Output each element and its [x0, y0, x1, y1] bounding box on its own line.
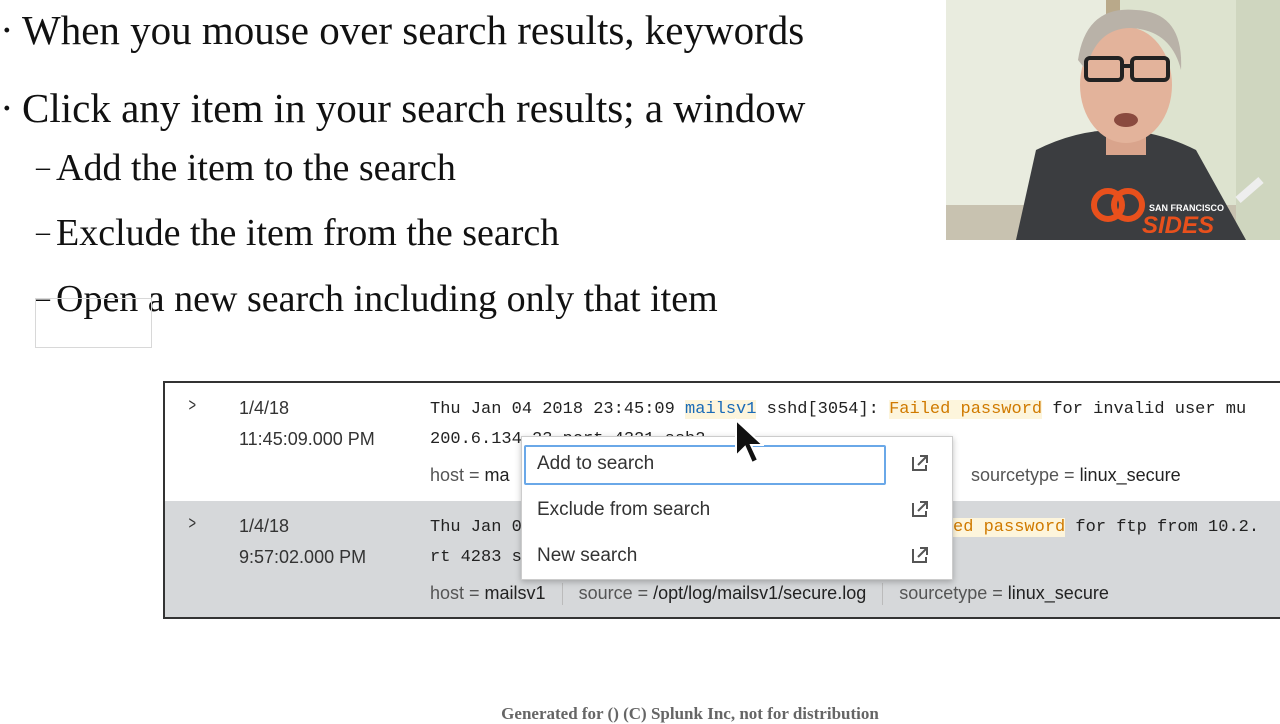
external-link-icon[interactable]: [910, 545, 930, 565]
event-field-source[interactable]: source = /opt/log/mailsv1/secure.log: [579, 583, 867, 603]
field-value[interactable]: linux_secure: [1080, 465, 1181, 485]
menu-item-new-search[interactable]: New search: [522, 533, 952, 577]
event-timestamp: 1/4/18 11:45:09.000 PM: [239, 393, 375, 455]
field-key: source =: [578, 583, 654, 603]
field-value[interactable]: mailsv1: [485, 583, 546, 603]
bullet-dot: ·: [0, 7, 14, 53]
field-separator: [882, 583, 884, 606]
sub-bullet-text: Add the item to the search: [56, 147, 456, 189]
raw-text: for invalid user mu: [1042, 400, 1247, 419]
raw-text: sshd[3054]:: [756, 400, 890, 419]
field-key: sourcetype =: [899, 583, 1008, 603]
event-fields: host = mailsv1 source = /opt/log/mailsv1/…: [430, 583, 1109, 606]
sub-bullet-add: – Add the item to the search: [36, 149, 456, 187]
event-raw-line1: Thu Jan 04 2018 23:45:09 mailsv1 sshd[30…: [430, 395, 1246, 425]
slide-footer: Generated for () (C) Splunk Inc, not for…: [501, 704, 879, 723]
field-key: host =: [430, 465, 485, 485]
field-value[interactable]: linux_secure: [1008, 583, 1109, 603]
menu-item-label: New search: [537, 545, 638, 566]
event-raw-line2: rt 4283 s: [430, 543, 522, 573]
bullet-dot: ·: [0, 85, 14, 131]
sub-bullet-text: Exclude the item from the search: [56, 212, 560, 254]
event-field-host[interactable]: host = mailsv1: [430, 583, 546, 603]
field-key: host =: [430, 583, 485, 603]
expand-chevron-icon[interactable]: >: [189, 395, 196, 416]
mouse-cursor-icon: [735, 418, 764, 465]
sub-bullet-text: Open a new search including only that it…: [56, 278, 718, 320]
field-separator: [561, 583, 563, 606]
keyword-failed-password[interactable]: Failed password: [889, 400, 1043, 419]
presenter-webcam: SAN FRANCISCO SIDES: [946, 0, 1280, 240]
raw-text: rt 4283 s: [430, 548, 522, 567]
field-key: sourcetype =: [971, 465, 1080, 485]
event-timestamp: 1/4/18 9:57:02.000 PM: [239, 511, 366, 573]
dash: –: [36, 152, 50, 183]
menu-item-label: Add to search: [537, 453, 655, 474]
menu-item-label: Exclude from search: [537, 499, 711, 520]
presenter-image: [946, 0, 1280, 240]
bullet-mouse-over: · When you mouse over search results, ke…: [0, 7, 805, 53]
keyword-failed-password[interactable]: ed password: [953, 518, 1066, 537]
bullet-text: When you mouse over search results, keyw…: [22, 7, 805, 53]
field-value[interactable]: ma: [485, 465, 510, 485]
external-link-icon[interactable]: [910, 499, 930, 519]
bullet-text: Click any item in your search results; a…: [22, 85, 806, 131]
external-link-icon[interactable]: [910, 453, 930, 473]
event-date: 1/4/18: [239, 516, 290, 536]
event-field-host[interactable]: host = ma: [430, 465, 510, 486]
ghost-placeholder-box: [35, 298, 152, 348]
event-raw-line1: Thu Jan 0: [430, 513, 522, 543]
shirt-text: SIDES: [1142, 212, 1215, 239]
expand-chevron-icon[interactable]: >: [189, 513, 196, 534]
event-time: 11:45:09.000 PM: [239, 429, 375, 449]
event-time: 9:57:02.000 PM: [239, 547, 367, 567]
raw-text: for ftp from 10.2.: [1065, 518, 1260, 537]
event-field-sourcetype[interactable]: sourcetype = linux_secure: [971, 465, 1181, 486]
raw-text: Thu Jan 0: [430, 518, 522, 537]
menu-item-exclude-from-search[interactable]: Exclude from search: [522, 487, 952, 531]
sub-bullet-exclude: – Exclude the item from the search: [36, 214, 559, 252]
event-field-sourcetype[interactable]: sourcetype = linux_secure: [899, 583, 1109, 603]
event-raw-line1-tail: ed password for ftp from 10.2.: [953, 513, 1259, 543]
keyword-host[interactable]: mailsv1: [685, 400, 757, 419]
field-value[interactable]: /opt/log/mailsv1/secure.log: [653, 583, 866, 603]
dash: –: [36, 217, 50, 248]
bullet-click-item: · Click any item in your search results;…: [0, 85, 806, 131]
raw-text: Thu Jan 04 2018 23:45:09: [430, 400, 686, 419]
event-date: 1/4/18: [239, 398, 290, 418]
